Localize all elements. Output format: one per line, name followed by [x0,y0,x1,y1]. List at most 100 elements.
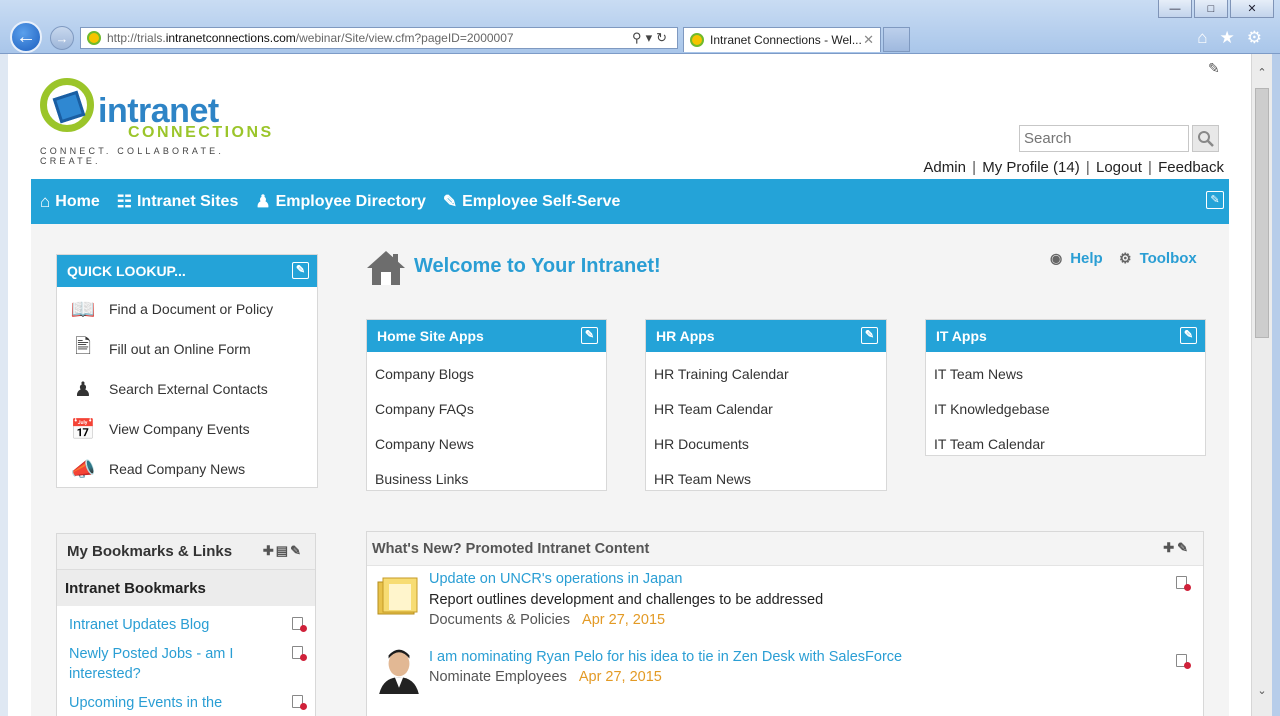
quick-lookup-online-form[interactable]: 🖹 Fill out an Online Form [57,329,317,369]
megaphone-icon: 📣 [70,458,96,481]
quick-lookup-panel: QUICK LOOKUP... ✎ 📖 Find a Document or P… [56,254,318,488]
app-link[interactable]: HR Team News [646,461,886,496]
edit-pencil-icon[interactable]: ✎ [861,327,878,344]
tools-gear-icon[interactable]: ⚙ [1247,28,1262,48]
maximize-button[interactable]: □ [1194,0,1228,18]
search-icon[interactable]: ⚲ [632,30,646,45]
app-link[interactable]: Company Blogs [367,356,606,391]
quick-lookup-header: QUICK LOOKUP... ✎ [57,255,317,287]
whats-new-item-meta: Documents & Policies Apr 27, 2015 [429,612,665,628]
ticket-icon: ✎ [442,191,458,211]
window-controls: — □ ✕ [1158,0,1274,18]
sitemap-icon: ☷ [116,191,132,211]
whats-new-item-title[interactable]: Update on UNCR's operations in Japan [429,571,682,587]
lifebuoy-icon: ◉ [1050,250,1063,266]
bookmark-link[interactable]: Newly Posted Jobs - am I interested? [57,644,315,684]
help-link[interactable]: ◉ Help [1050,250,1103,267]
search-input[interactable] [1019,125,1189,152]
browser-tab-active[interactable]: Intranet Connections - Wel... ✕ [683,27,881,52]
address-bar[interactable]: http://trials. intranetconnections.com/we… [80,27,678,49]
panel-header: HR Apps ✎ [646,320,886,352]
avatar [375,646,423,694]
scrollbar-thumb[interactable] [1255,88,1269,338]
nav-label: Home [55,192,100,210]
add-bookmark-icon[interactable]: ✚ [263,543,276,558]
magnifier-icon [1197,130,1214,147]
browser-toolbar-icons: ⌂ ★ ⚙ [1197,28,1262,48]
feedback-link[interactable]: Feedback [1158,159,1224,176]
edit-pencil-icon[interactable]: ✎ [1180,327,1197,344]
person-icon: ♟ [74,378,92,401]
whats-new-item-title[interactable]: I am nominating Ryan Pelo for his idea t… [429,649,902,665]
nav-employee-self-serve[interactable]: ✎ Employee Self-Serve [443,192,621,212]
page-edit-pencil-icon[interactable]: ✎ [1208,60,1220,77]
edit-pencil-icon[interactable]: ✎ [292,262,309,279]
quick-lookup-external-contacts[interactable]: ♟ Search External Contacts [57,369,317,409]
new-tab-button[interactable] [883,27,910,52]
panel-title: IT Apps [936,328,987,344]
quick-lookup-company-news[interactable]: 📣 Read Company News [57,449,317,489]
nav-home[interactable]: ⌂ Home [40,192,100,212]
delete-bookmark-icon[interactable] [292,646,307,661]
book-icon: 📖 [70,298,96,321]
app-link[interactable]: HR Training Calendar [646,356,886,391]
toolbox-link[interactable]: ⚙ Toolbox [1119,250,1197,267]
close-window-button[interactable]: ✕ [1230,0,1274,18]
remove-promoted-icon[interactable] [1176,576,1191,591]
bookmark-note-icon[interactable]: ▤ [276,543,290,558]
quick-lookup-company-events[interactable]: 📅 View Company Events [57,409,317,449]
edit-pencil-icon[interactable]: ✎ [1177,540,1191,555]
search-button[interactable] [1192,125,1219,152]
app-link[interactable]: Company News [367,426,606,461]
app-link[interactable]: IT Team News [926,356,1205,391]
scroll-up-icon[interactable]: ⌃ [1252,64,1272,82]
whats-new-panel: What's New? Promoted Intranet Content ✚✎… [366,531,1204,716]
app-link[interactable]: HR Documents [646,426,886,461]
form-icon: 🖹 [74,336,92,358]
bookmark-link[interactable]: Intranet Updates Blog [57,615,315,635]
dropdown-arrow-icon[interactable]: ▾ [646,30,657,45]
scroll-down-icon[interactable]: ⌄ [1252,682,1272,700]
app-link[interactable]: HR Team Calendar [646,391,886,426]
app-link[interactable]: Company FAQs [367,391,606,426]
refresh-icon[interactable]: ↻ [656,30,671,45]
whats-new-tools: ✚✎ [1163,540,1191,556]
quick-lookup-label: Fill out an Online Form [109,341,251,357]
app-link[interactable]: Business Links [367,461,606,496]
nav-intranet-sites[interactable]: ☷ Intranet Sites [117,192,239,212]
quick-lookup-find-document[interactable]: 📖 Find a Document or Policy [57,289,317,329]
folder-thumbnail-icon [377,577,418,615]
bookmarks-title: My Bookmarks & Links [67,543,233,560]
user-links: Admin | My Profile (14) | Logout | Feedb… [923,159,1224,176]
bookmark-link[interactable]: Upcoming Events in the [57,693,315,713]
intranet-connections-logo[interactable]: intranet CONNECTIONS CONNECT. COLLABORAT… [40,78,280,166]
quick-lookup-label: Search External Contacts [109,381,268,397]
vertical-scrollbar[interactable]: ⌃ ⌄ [1251,54,1272,716]
bookmark-label: Newly Posted Jobs - am I interested? [69,646,234,682]
logout-link[interactable]: Logout [1096,159,1142,176]
delete-bookmark-icon[interactable] [292,617,307,632]
edit-pencil-icon[interactable]: ✎ [581,327,598,344]
browser-home-icon[interactable]: ⌂ [1197,28,1207,48]
my-profile-link[interactable]: My Profile (14) [982,159,1080,176]
delete-bookmark-icon[interactable] [292,695,307,710]
app-link[interactable]: IT Knowledgebase [926,391,1205,426]
back-button[interactable]: ← [10,21,42,53]
forward-button[interactable]: → [50,26,74,50]
minimize-button[interactable]: — [1158,0,1192,18]
separator: | [1085,159,1090,176]
nav-employee-directory[interactable]: ♟ Employee Directory [255,192,426,212]
app-link[interactable]: IT Team Calendar [926,426,1205,461]
nav-label: Employee Directory [275,192,426,210]
add-content-icon[interactable]: ✚ [1163,540,1177,555]
navbar-edit-icon[interactable]: ✎ [1206,191,1224,209]
favorites-star-icon[interactable]: ★ [1220,28,1235,48]
remove-promoted-icon[interactable] [1176,654,1191,669]
home-icon: ⌂ [40,191,51,211]
quick-lookup-title: QUICK LOOKUP... [67,263,186,279]
welcome-title: Welcome to Your Intranet! [414,255,661,277]
tab-close-icon[interactable]: ✕ [863,32,874,48]
site-favicon-icon [87,31,101,45]
edit-pencil-icon[interactable]: ✎ [290,543,303,558]
admin-link[interactable]: Admin [923,159,966,176]
